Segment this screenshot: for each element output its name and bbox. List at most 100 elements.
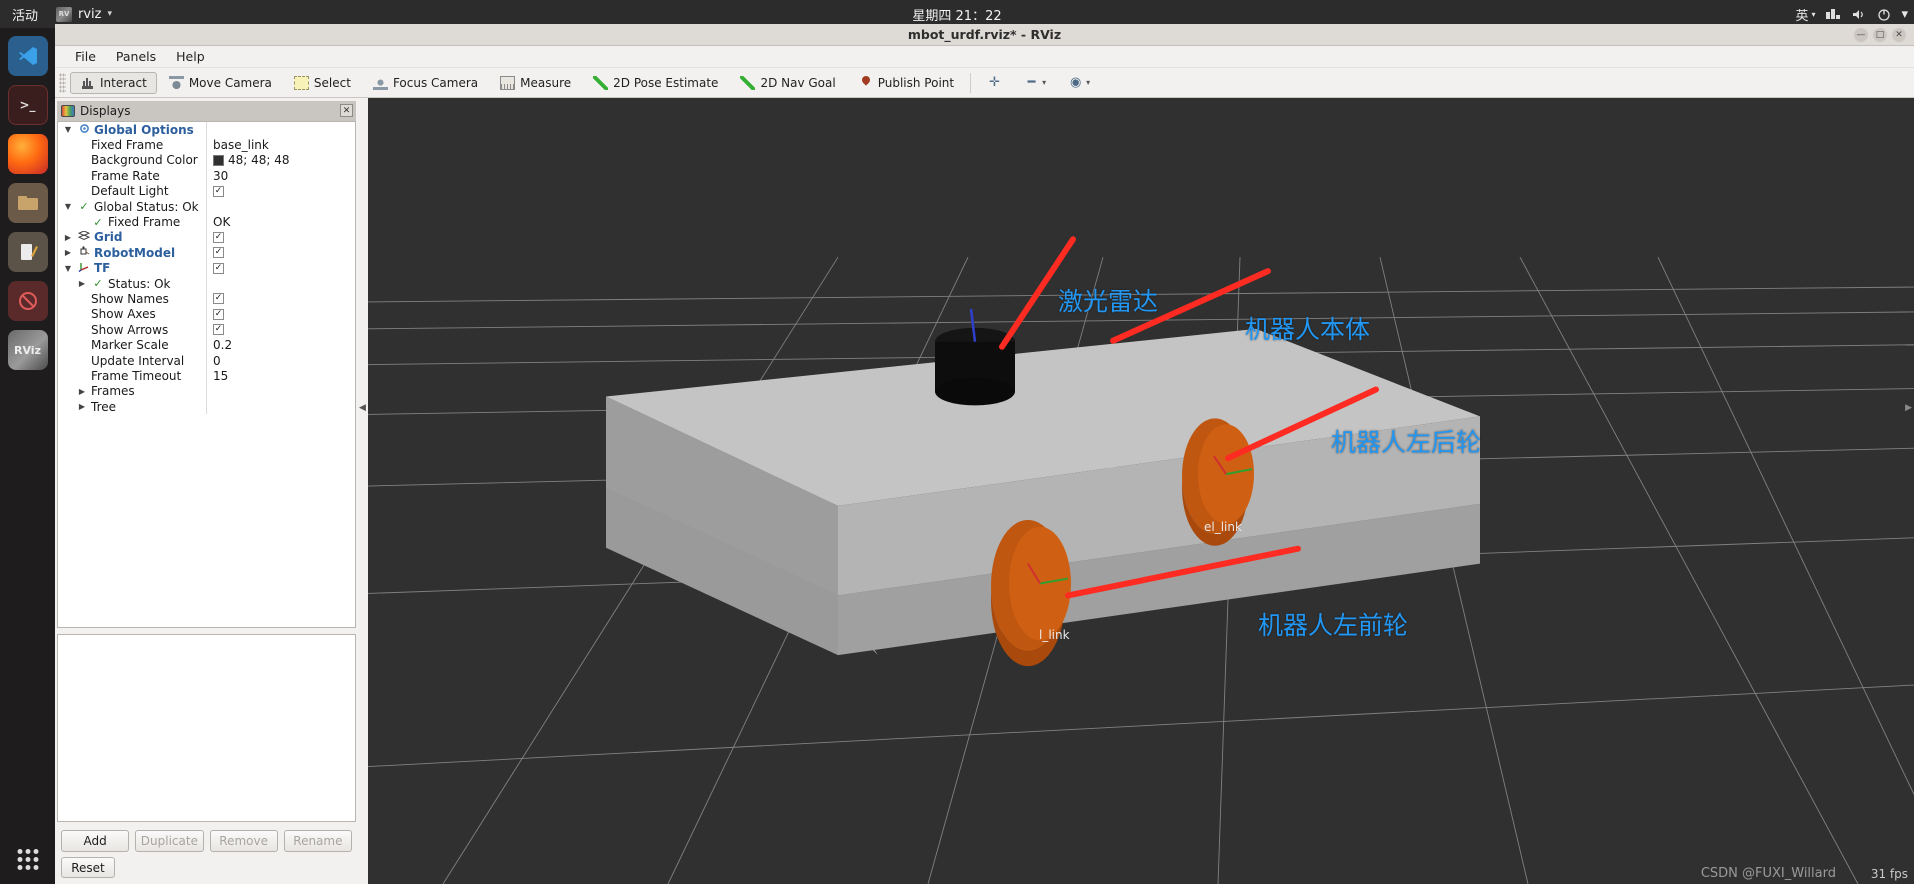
display-tree-row[interactable]: Frame Timeout 15 bbox=[58, 368, 355, 384]
display-tree-value[interactable]: OK bbox=[206, 214, 355, 230]
activities-button[interactable]: 活动 bbox=[0, 5, 48, 24]
display-tree-row[interactable]: ✓ Fixed Frame OK bbox=[58, 214, 355, 230]
chevron-right-icon[interactable] bbox=[62, 233, 74, 242]
display-tree-value[interactable]: ✓ bbox=[206, 245, 355, 261]
show-applications-icon[interactable] bbox=[17, 849, 38, 870]
menu-panels[interactable]: Panels bbox=[108, 47, 164, 66]
maximize-button[interactable]: □ bbox=[1873, 28, 1887, 42]
display-tree-value[interactable] bbox=[206, 275, 355, 292]
tool-publish-point-button[interactable]: Publish Point bbox=[848, 72, 964, 94]
display-tree-row[interactable]: ✓ Global Status: Ok bbox=[58, 198, 355, 215]
collapse-panel-arrow-icon[interactable]: ◀ bbox=[359, 403, 366, 413]
display-tree-row[interactable]: Update Interval 0 bbox=[58, 352, 355, 369]
display-tree-value[interactable]: ✓ bbox=[206, 306, 355, 323]
tool-visibility-button[interactable]: ◉ ▾ bbox=[1058, 72, 1100, 94]
display-tree-value[interactable]: 0.2 bbox=[206, 337, 355, 353]
display-tree-row[interactable]: Background Color 48; 48; 48 bbox=[58, 152, 355, 169]
minimize-button[interactable]: — bbox=[1854, 28, 1868, 42]
display-tree-value[interactable]: ✓ bbox=[206, 291, 355, 307]
dock-item-terminal[interactable]: >_ bbox=[7, 85, 48, 125]
display-tree-value[interactable]: ✓ bbox=[206, 183, 355, 199]
display-tree-row[interactable]: Show Axes ✓ bbox=[58, 306, 355, 323]
display-tree-row[interactable]: TF ✓ bbox=[58, 260, 355, 276]
display-tree-value[interactable]: 15 bbox=[206, 368, 355, 384]
displays-icon bbox=[61, 105, 75, 117]
display-tree-row[interactable]: Fixed Frame base_link bbox=[58, 137, 355, 153]
display-tree-value[interactable]: ✓ bbox=[206, 260, 355, 276]
checkbox[interactable]: ✓ bbox=[213, 308, 224, 320]
dock-item-rviz[interactable]: RViz bbox=[7, 330, 48, 370]
checkbox[interactable]: ✓ bbox=[213, 185, 224, 197]
system-menu-caret[interactable]: ▾ bbox=[1901, 7, 1908, 22]
display-tree-value[interactable] bbox=[206, 198, 355, 215]
display-tree-value[interactable]: 48; 48; 48 bbox=[206, 152, 355, 169]
power-icon[interactable] bbox=[1877, 8, 1891, 21]
display-tree-row[interactable]: Show Names ✓ bbox=[58, 291, 355, 307]
tool-move-camera-button[interactable]: Move Camera bbox=[159, 72, 282, 94]
rename-display-button[interactable]: Rename bbox=[283, 830, 352, 852]
tool-measure-button[interactable]: Measure bbox=[490, 72, 581, 94]
checkbox[interactable]: ✓ bbox=[213, 262, 224, 274]
displays-tree[interactable]: Global OptionsFixed Framebase_linkBackgr… bbox=[57, 121, 356, 628]
display-tree-row[interactable]: ✓ Status: Ok bbox=[58, 275, 355, 292]
displays-panel-close-icon[interactable]: ✕ bbox=[340, 104, 353, 117]
remove-display-button[interactable]: Remove bbox=[209, 830, 278, 852]
toolbar-grip[interactable] bbox=[59, 72, 66, 93]
display-tree-value[interactable]: 30 bbox=[206, 168, 355, 184]
dock-item-vscode[interactable] bbox=[7, 36, 48, 76]
chevron-down-icon[interactable] bbox=[62, 125, 74, 134]
display-tree-value[interactable] bbox=[206, 383, 355, 400]
tool-pose-estimate-button[interactable]: 2D Pose Estimate bbox=[583, 72, 728, 94]
display-tree-row[interactable]: Global Options bbox=[58, 122, 355, 138]
color-swatch[interactable] bbox=[213, 154, 224, 166]
duplicate-display-button[interactable]: Duplicate bbox=[135, 830, 204, 852]
display-tree-row[interactable]: Grid ✓ bbox=[58, 229, 355, 246]
expand-right-panel-arrow-icon[interactable]: ▶ bbox=[1905, 403, 1912, 413]
tool-focus-camera-button[interactable]: Focus Camera bbox=[363, 72, 488, 94]
dock-item-firefox[interactable] bbox=[7, 134, 48, 174]
panel-splitter[interactable]: ◀ bbox=[358, 98, 368, 884]
display-tree-row[interactable]: Frame Rate 30 bbox=[58, 168, 355, 184]
dock-item-files[interactable] bbox=[7, 183, 48, 223]
add-display-button[interactable]: Add bbox=[61, 830, 130, 852]
chevron-right-icon[interactable] bbox=[76, 402, 88, 411]
display-tree-value[interactable] bbox=[206, 122, 355, 138]
dock-item-text-editor[interactable] bbox=[7, 232, 48, 272]
chevron-right-icon[interactable] bbox=[76, 279, 88, 288]
network-icon[interactable] bbox=[1825, 8, 1841, 21]
reset-button[interactable]: Reset bbox=[61, 857, 115, 878]
menu-help[interactable]: Help bbox=[168, 47, 213, 66]
display-tree-row[interactable]: Marker Scale 0.2 bbox=[58, 337, 355, 353]
tool-select-button[interactable]: Select bbox=[284, 72, 361, 94]
clock[interactable]: 星期四 21：22 bbox=[912, 5, 1001, 24]
volume-icon[interactable] bbox=[1851, 8, 1867, 21]
checkbox[interactable]: ✓ bbox=[213, 247, 224, 259]
display-tree-row[interactable]: Show Arrows ✓ bbox=[58, 322, 355, 338]
keyboard-layout-indicator[interactable]: 英 ▾ bbox=[1795, 5, 1815, 24]
render-viewport-3d[interactable]: 激光雷达 机器人本体 机器人左后轮 机器人左前轮 el_link l_link … bbox=[368, 98, 1914, 884]
display-tree-value[interactable]: 0 bbox=[206, 352, 355, 369]
chevron-right-icon[interactable] bbox=[76, 387, 88, 396]
menu-file[interactable]: File bbox=[67, 47, 104, 66]
display-tree-value[interactable] bbox=[206, 399, 355, 415]
chevron-down-icon[interactable] bbox=[62, 264, 74, 273]
remove-tool-button[interactable]: ━ ▾ bbox=[1014, 72, 1056, 94]
display-tree-value[interactable]: ✓ bbox=[206, 322, 355, 338]
chevron-down-icon[interactable] bbox=[62, 202, 74, 211]
chevron-right-icon[interactable] bbox=[62, 248, 74, 257]
tool-nav-goal-button[interactable]: 2D Nav Goal bbox=[730, 72, 845, 94]
checkbox[interactable]: ✓ bbox=[213, 231, 224, 243]
display-tree-row[interactable]: Frames bbox=[58, 383, 355, 400]
add-tool-button[interactable]: ✛ bbox=[977, 72, 1012, 94]
checkbox[interactable]: ✓ bbox=[213, 293, 224, 305]
display-tree-row[interactable]: RobotModel ✓ bbox=[58, 245, 355, 261]
tool-interact-button[interactable]: Interact bbox=[70, 71, 157, 94]
checkbox[interactable]: ✓ bbox=[213, 324, 224, 336]
display-tree-value[interactable]: base_link bbox=[206, 137, 355, 153]
display-tree-row[interactable]: Default Light ✓ bbox=[58, 183, 355, 199]
close-button[interactable]: ✕ bbox=[1892, 28, 1906, 42]
active-app-indicator[interactable]: RV rviz ▾ bbox=[48, 6, 120, 22]
display-tree-value[interactable]: ✓ bbox=[206, 229, 355, 246]
dock-item-blocked[interactable] bbox=[7, 281, 48, 321]
display-tree-row[interactable]: Tree bbox=[58, 399, 355, 415]
